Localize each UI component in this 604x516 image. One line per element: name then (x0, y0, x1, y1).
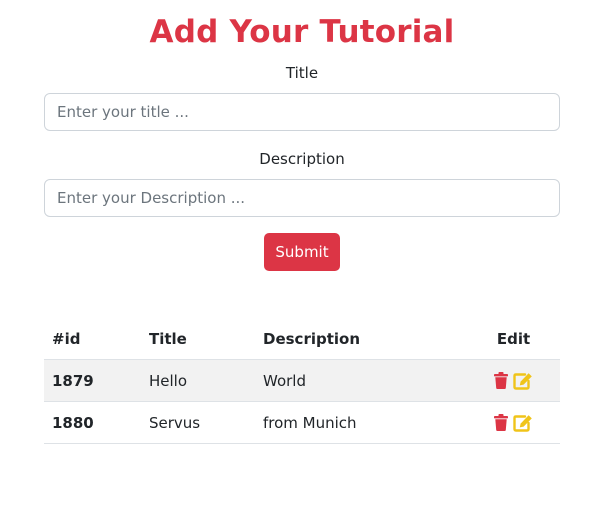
row-description-cell: World (255, 359, 467, 402)
column-header-title: Title (141, 318, 255, 360)
trash-icon[interactable] (494, 372, 509, 390)
edit-icon[interactable] (513, 414, 533, 432)
submit-button[interactable]: Submit (264, 233, 340, 271)
row-title-cell: Servus (141, 401, 255, 444)
row-edit-cell (467, 401, 560, 444)
trash-icon[interactable] (494, 414, 509, 432)
page-title: Add Your Tutorial (149, 14, 455, 50)
row-description-cell: from Munich (255, 401, 467, 444)
row-title-cell: Hello (141, 359, 255, 402)
table-row: 1880 Servus from Munich (44, 401, 560, 444)
title-input[interactable] (44, 93, 560, 131)
row-id-cell: 1879 (44, 359, 141, 402)
column-header-edit: Edit (467, 318, 560, 360)
table-row: 1879 Hello World (44, 359, 560, 402)
column-header-description: Description (255, 318, 467, 360)
title-label: Title (285, 64, 319, 82)
edit-icon[interactable] (513, 372, 533, 390)
column-header-id: #id (44, 318, 141, 360)
row-edit-cell (467, 359, 560, 402)
description-input[interactable] (44, 179, 560, 217)
table-header-row: #id Title Description Edit (44, 318, 560, 360)
description-label: Description (259, 150, 345, 168)
row-id-cell: 1880 (44, 401, 141, 444)
tutorials-table: #id Title Description Edit 1879 Hello Wo… (44, 318, 560, 444)
